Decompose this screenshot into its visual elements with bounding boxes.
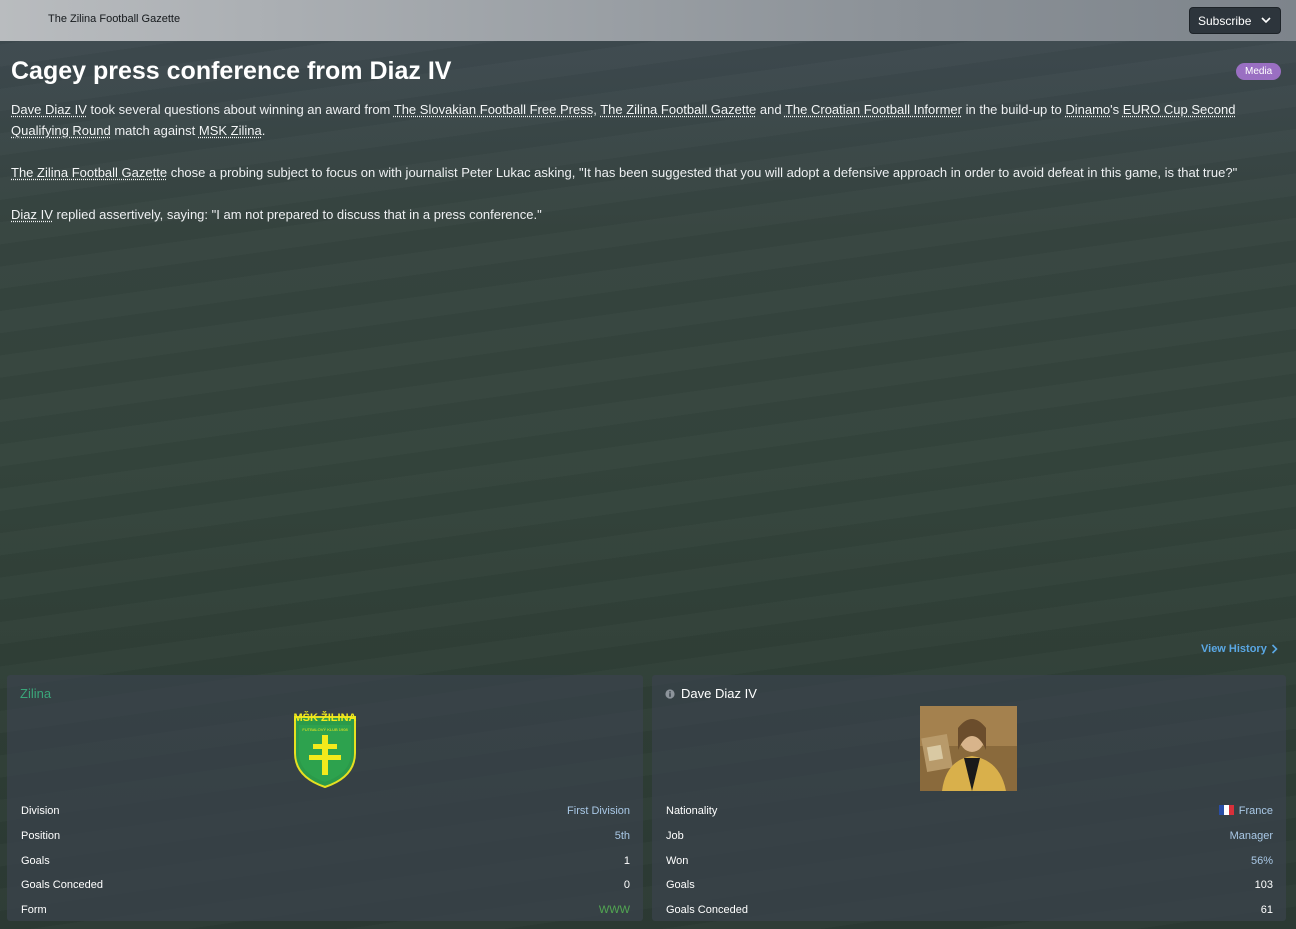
info-icon[interactable] (665, 688, 675, 699)
article-paragraph: Diaz IV replied assertively, saying: "I … (11, 204, 1283, 225)
stat-value: 103 (1254, 879, 1273, 892)
subscribe-button[interactable]: Subscribe (1189, 7, 1281, 34)
stat-value: 61 (1260, 904, 1273, 917)
stat-label: Job (666, 830, 684, 843)
manager-name: Dave Diaz IV (681, 686, 757, 701)
stat-label: Won (666, 854, 689, 867)
stat-row: Won 56% (666, 848, 1273, 873)
text: and (756, 102, 785, 117)
france-flag-icon (1218, 805, 1234, 816)
manager-link[interactable]: Diaz IV (11, 207, 53, 222)
stat-label: Form (21, 904, 47, 917)
club-card: Zilina MŠK ŽILINA FUTBALOVÝ KLUB 1908 Di… (7, 675, 643, 921)
newspaper-link[interactable]: The Zilina Football Gazette (11, 165, 167, 180)
subscribe-label: Subscribe (1198, 13, 1252, 28)
crest-name: MŠK ŽILINA (294, 711, 357, 724)
article-headline: Cagey press conference from Diaz IV (11, 57, 452, 85)
media-badge: Media (1236, 63, 1282, 80)
stat-label: Goals Conceded (666, 904, 748, 917)
article-paragraph: The Zilina Football Gazette chose a prob… (11, 162, 1283, 183)
view-history-label: View History (1201, 643, 1267, 655)
view-history-link[interactable]: View History (1201, 643, 1278, 655)
chevron-down-icon (1261, 17, 1271, 24)
text: took several questions about winning an … (86, 102, 394, 117)
stat-row: Goals Conceded 61 (666, 898, 1273, 923)
stat-label: Goals (21, 854, 50, 867)
club-stats: Division First Division Position 5th Goals… (21, 799, 630, 922)
stat-row: Division First Division (21, 799, 630, 824)
article-body: Dave Diaz IV took several questions abou… (11, 99, 1283, 246)
manager-card: Dave Diaz IV Nationality France Job Manag… (652, 675, 1286, 921)
stat-row: Goals 103 (666, 873, 1273, 898)
manager-link[interactable]: Dave Diaz IV (11, 102, 87, 117)
text: in the build-up to (962, 102, 1066, 117)
form-value: WWW (598, 904, 630, 917)
club-name-link[interactable]: Zilina (20, 686, 51, 701)
article-paragraph: Dave Diaz IV took several questions abou… (11, 99, 1283, 141)
nationality-value: France (1238, 805, 1273, 818)
newspaper-link[interactable]: The Zilina Football Gazette (600, 102, 756, 117)
club-crest[interactable]: MŠK ŽILINA FUTBALOVÝ KLUB 1908 (289, 707, 361, 789)
newspaper-header: The Zilina Football Gazette Subscribe (0, 0, 1296, 41)
stat-label: Goals (666, 879, 695, 892)
opponent-link[interactable]: MSK Zilina (199, 123, 262, 138)
stat-value: 0 (623, 879, 630, 892)
text: match against (110, 123, 199, 138)
stat-value: 1 (623, 854, 630, 867)
stat-value: Manager (1229, 830, 1273, 843)
club-link[interactable]: Dinamo (1065, 102, 1110, 117)
stat-label: Nationality (666, 805, 718, 818)
newspaper-name: The Zilina Football Gazette (48, 13, 181, 25)
manager-name-link[interactable]: Dave Diaz IV (665, 686, 757, 701)
newspaper-link[interactable]: The Slovakian Football Free Press (394, 102, 593, 117)
stat-value: 56% (1250, 854, 1273, 867)
stat-label: Division (21, 805, 60, 818)
stat-row: Form WWW (21, 898, 630, 923)
manager-stats: Nationality France Job Manager Won 56% Goa… (666, 799, 1273, 922)
newspaper-link[interactable]: The Croatian Football Informer (785, 102, 962, 117)
text: chose a probing subject to focus on with… (167, 165, 1238, 180)
stat-row: Job Manager (666, 824, 1273, 849)
division-link[interactable]: First Division (567, 805, 630, 817)
stat-label: Goals Conceded (21, 879, 103, 892)
chevron-right-icon (1271, 644, 1278, 654)
stat-row: Goals 1 (21, 848, 630, 873)
stat-label: Position (21, 830, 61, 843)
stat-value: 5th (614, 830, 630, 843)
nationality-link[interactable]: France (1218, 805, 1273, 818)
stat-row: Goals Conceded 0 (21, 873, 630, 898)
text: . (261, 123, 266, 138)
stat-row: Nationality France (666, 799, 1273, 824)
stat-row: Position 5th (21, 824, 630, 849)
crest-year: FUTBALOVÝ KLUB 1908 (302, 727, 348, 732)
text: replied assertively, saying: "I am not p… (52, 207, 542, 222)
manager-photo[interactable] (920, 706, 1017, 791)
text: 's (1110, 102, 1123, 117)
